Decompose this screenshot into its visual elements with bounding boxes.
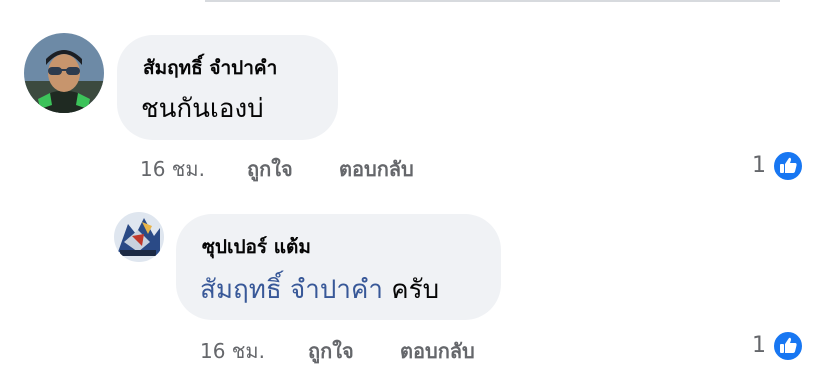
reaction-summary[interactable]: 1 bbox=[752, 150, 806, 182]
mention-link[interactable]: สัมฤทธิ์ จำปาคำ bbox=[200, 275, 383, 305]
comment-text: ชนกันเองบ่ bbox=[141, 94, 264, 124]
comment-bubble: ซุปเปอร์ แต้ม สัมฤทธิ์ จำปาคำ ครับ bbox=[176, 214, 501, 320]
comment-author[interactable]: สัมฤทธิ์ จำปาคำ bbox=[143, 56, 277, 80]
reply-action[interactable]: ตอบกลับ bbox=[400, 338, 475, 364]
comment-meta: 16 ชม. ถูกใจ ตอบกลับ bbox=[200, 338, 520, 364]
divider-line bbox=[205, 0, 780, 2]
reaction-count: 1 bbox=[752, 333, 766, 358]
avatar[interactable] bbox=[24, 33, 104, 113]
avatar[interactable] bbox=[114, 212, 164, 262]
comment-meta: 16 ชม. ถูกใจ ตอบกลับ bbox=[140, 156, 460, 182]
reaction-summary[interactable]: 1 bbox=[752, 330, 806, 362]
comment-bubble: สัมฤทธิ์ จำปาคำ ชนกันเองบ่ bbox=[117, 35, 338, 140]
like-icon bbox=[772, 150, 804, 182]
comment-timestamp[interactable]: 16 ชม. bbox=[140, 156, 205, 182]
reply-action[interactable]: ตอบกลับ bbox=[339, 156, 414, 182]
like-icon bbox=[772, 330, 804, 362]
like-action[interactable]: ถูกใจ bbox=[247, 156, 293, 182]
reaction-count: 1 bbox=[752, 153, 766, 178]
comment-text-body: ครับ bbox=[382, 275, 440, 305]
like-action[interactable]: ถูกใจ bbox=[308, 338, 354, 364]
comment-timestamp[interactable]: 16 ชม. bbox=[200, 338, 265, 364]
comment-author[interactable]: ซุปเปอร์ แต้ม bbox=[202, 235, 311, 259]
comment-text: สัมฤทธิ์ จำปาคำ ครับ bbox=[200, 273, 439, 307]
